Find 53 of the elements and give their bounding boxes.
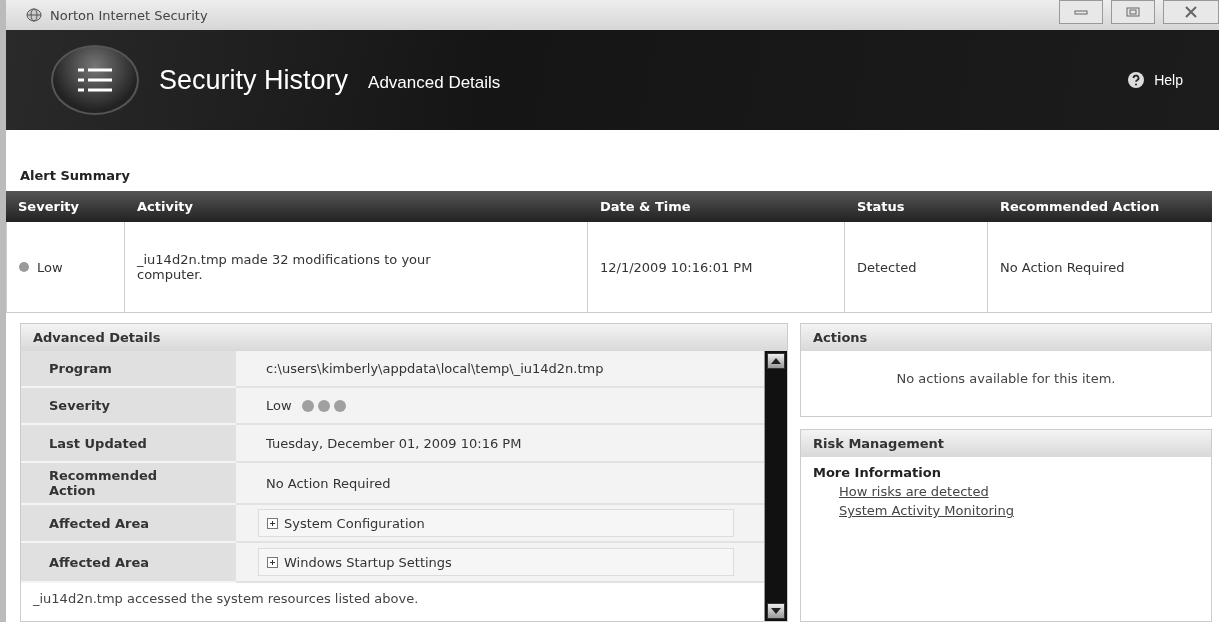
scrollbar[interactable] bbox=[764, 351, 787, 621]
value-cell: No Action Required bbox=[236, 463, 764, 505]
down-arrow-icon bbox=[771, 608, 781, 614]
label-cell: Last Updated bbox=[21, 425, 236, 463]
table-cell: 12/1/2009 10:16:01 PM bbox=[588, 222, 845, 313]
severity-dot-icon bbox=[19, 262, 29, 272]
details-footer: _iu14d2n.tmp accessed the system resources listed above. bbox=[21, 583, 764, 614]
maximize-icon bbox=[1126, 7, 1140, 17]
scroll-up-button[interactable] bbox=[767, 353, 785, 369]
severity-text: Low bbox=[37, 259, 63, 275]
tree-item[interactable]: Windows Startup Settings bbox=[258, 548, 734, 576]
column-header: Status bbox=[845, 191, 988, 222]
minimize-icon bbox=[1074, 9, 1088, 15]
table-cell: No Action Required bbox=[988, 222, 1212, 313]
column-header: Recommended Action bbox=[988, 191, 1212, 222]
page-subtitle: Advanced Details bbox=[368, 73, 502, 93]
info-link[interactable]: System Activity Monitoring bbox=[839, 503, 1014, 518]
tree-item-label: Windows Startup Settings bbox=[284, 554, 452, 570]
value-cell: Tuesday, December 01, 2009 10:16 PM bbox=[236, 425, 764, 463]
table-cell: _iu14d2n.tmp made 32 modifications to your computer. bbox=[125, 222, 588, 313]
globe-icon bbox=[26, 8, 42, 22]
column-header: Activity bbox=[125, 191, 588, 222]
section-title: Alert Summary bbox=[20, 168, 131, 183]
label-cell: Affected Area bbox=[21, 543, 236, 583]
close-button[interactable] bbox=[1163, 0, 1219, 24]
help-icon bbox=[1128, 72, 1145, 88]
expand-icon bbox=[267, 556, 278, 568]
table-cell: Detected bbox=[845, 222, 988, 313]
close-icon bbox=[1184, 6, 1198, 18]
severity-value: Low bbox=[266, 398, 292, 413]
label-cell: Severity bbox=[21, 388, 236, 425]
panel-title: Advanced Details bbox=[21, 324, 787, 351]
label-cell: Program bbox=[21, 351, 236, 388]
tree-item-label: System Configuration bbox=[284, 515, 425, 531]
help-button[interactable]: Help bbox=[1122, 71, 1189, 89]
more-information-heading: More Information bbox=[812, 464, 942, 480]
panel-title: Risk Management bbox=[801, 430, 1211, 457]
tree-item[interactable]: System Configuration bbox=[258, 509, 734, 537]
actions-message: No actions available for this item. bbox=[895, 370, 1117, 388]
up-arrow-icon bbox=[771, 358, 781, 364]
window-title: Norton Internet Security bbox=[50, 7, 209, 23]
column-header: Severity bbox=[6, 191, 125, 222]
severity-dots-icon bbox=[301, 399, 346, 412]
info-link[interactable]: How risks are detected bbox=[839, 484, 989, 499]
value-cell: c:\users\kimberly\appdata\local\temp\_iu14d2n.tmp bbox=[236, 351, 764, 388]
menu-icon bbox=[78, 68, 112, 92]
column-header: Date & Time bbox=[588, 191, 845, 222]
label-cell: Affected Area bbox=[21, 505, 236, 543]
label-cell: Recommended Action bbox=[21, 463, 236, 505]
panel-title: Actions bbox=[801, 324, 1211, 351]
scroll-down-button[interactable] bbox=[767, 603, 785, 619]
page-title: Security History bbox=[159, 64, 349, 96]
expand-icon bbox=[267, 517, 278, 529]
